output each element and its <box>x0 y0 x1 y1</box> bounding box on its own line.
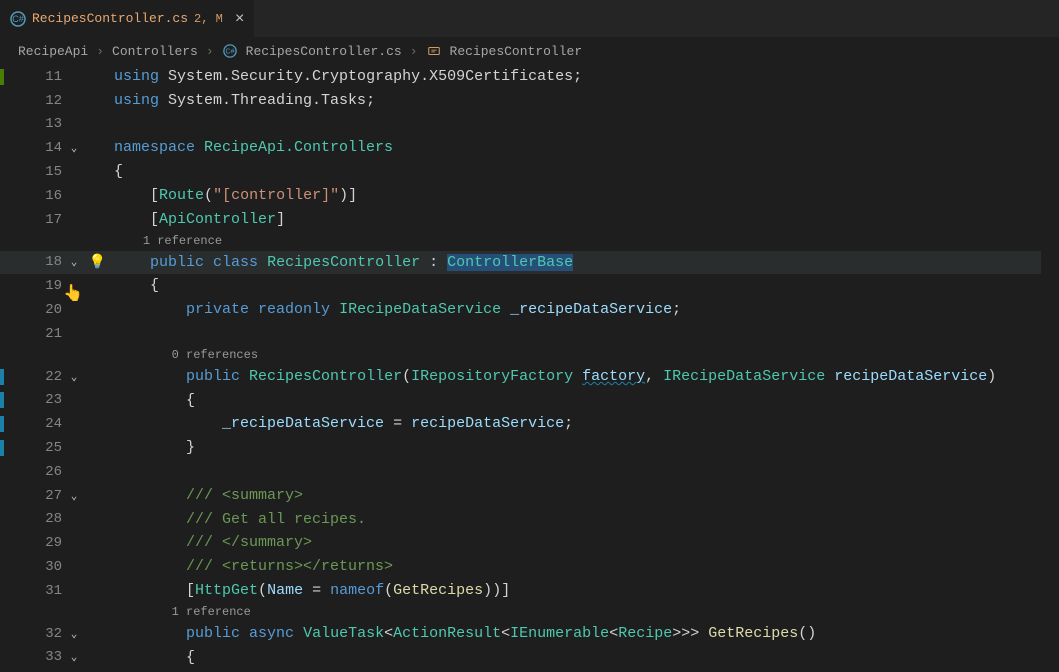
codelens-references[interactable]: 1 reference <box>90 605 251 619</box>
fold-chevron-icon[interactable]: ⌄ <box>66 370 82 384</box>
code-line[interactable]: 16 [Route("[controller]")] <box>0 184 1059 208</box>
code-line[interactable]: 19 { <box>0 274 1059 298</box>
code-line[interactable]: 27⌄ /// <summary> <box>0 484 1059 508</box>
code-line[interactable]: 20 private readonly IRecipeDataService _… <box>0 298 1059 322</box>
csharp-icon: C# <box>10 11 26 27</box>
code-line[interactable]: 11 using System.Security.Cryptography.X5… <box>0 65 1059 89</box>
codelens-references[interactable]: 0 references <box>90 348 258 362</box>
breadcrumb-file[interactable]: RecipesController.cs <box>246 44 402 59</box>
fold-chevron-icon[interactable]: ⌄ <box>66 489 82 503</box>
code-line[interactable]: 15 { <box>0 160 1059 184</box>
close-icon[interactable]: × <box>235 10 245 28</box>
breadcrumb-project[interactable]: RecipeApi <box>18 44 88 59</box>
code-line[interactable]: 32⌄ public async ValueTask<ActionResult<… <box>0 622 1059 646</box>
code-line[interactable]: 21 <box>0 322 1059 346</box>
code-line[interactable]: 29 /// </summary> <box>0 531 1059 555</box>
chevron-right-icon: › <box>92 44 108 59</box>
code-line[interactable]: 31 [HttpGet(Name = nameof(GetRecipes))] <box>0 579 1059 603</box>
minimap[interactable] <box>1041 65 1059 672</box>
code-line-active[interactable]: 18⌄💡 public class RecipesController : Co… <box>0 251 1059 275</box>
svg-text:C#: C# <box>225 49 234 56</box>
codelens-line: 1 reference <box>0 603 1059 622</box>
tab-bar: C# RecipesController.cs 2, M × <box>0 0 1059 37</box>
code-line[interactable]: 13 <box>0 113 1059 137</box>
code-line[interactable]: 33⌄ { <box>0 646 1059 670</box>
code-line[interactable]: 23 { <box>0 389 1059 413</box>
codelens-line: 1 reference <box>0 232 1059 251</box>
code-line[interactable]: 17 [ApiController] <box>0 208 1059 232</box>
code-line[interactable]: 22⌄ public RecipesController(IRepository… <box>0 365 1059 389</box>
class-icon <box>426 43 442 59</box>
svg-text:C#: C# <box>12 14 24 24</box>
lightbulb-icon[interactable]: 💡 <box>89 254 106 271</box>
fold-chevron-icon[interactable]: ⌄ <box>66 255 82 269</box>
fold-chevron-icon[interactable]: ⌄ <box>66 627 82 641</box>
tab-git-status: 2, M <box>194 12 223 26</box>
csharp-icon: C# <box>222 43 238 59</box>
code-line[interactable]: 24 _recipeDataService = recipeDataServic… <box>0 412 1059 436</box>
code-line[interactable]: 14⌄ namespace RecipeApi.Controllers <box>0 136 1059 160</box>
code-line[interactable]: 26 <box>0 460 1059 484</box>
fold-chevron-icon[interactable]: ⌄ <box>66 141 82 155</box>
breadcrumb-symbol[interactable]: RecipesController <box>450 44 583 59</box>
chevron-right-icon: › <box>202 44 218 59</box>
code-line[interactable]: 30 /// <returns></returns> <box>0 555 1059 579</box>
editor-tab[interactable]: C# RecipesController.cs 2, M × <box>0 0 255 37</box>
code-line[interactable]: 25 } <box>0 436 1059 460</box>
tab-filename: RecipesController.cs <box>32 11 188 26</box>
breadcrumb-folder[interactable]: Controllers <box>112 44 198 59</box>
codelens-line: 0 references <box>0 346 1059 365</box>
code-editor[interactable]: 👆 11 using System.Security.Cryptography.… <box>0 65 1059 672</box>
code-line[interactable]: 12 using System.Threading.Tasks; <box>0 89 1059 113</box>
codelens-references[interactable]: 1 reference <box>90 234 222 248</box>
chevron-right-icon: › <box>406 44 422 59</box>
code-line[interactable]: 28 /// Get all recipes. <box>0 508 1059 532</box>
breadcrumb: RecipeApi › Controllers › C# RecipesCont… <box>0 37 1059 65</box>
fold-chevron-icon[interactable]: ⌄ <box>66 650 82 664</box>
